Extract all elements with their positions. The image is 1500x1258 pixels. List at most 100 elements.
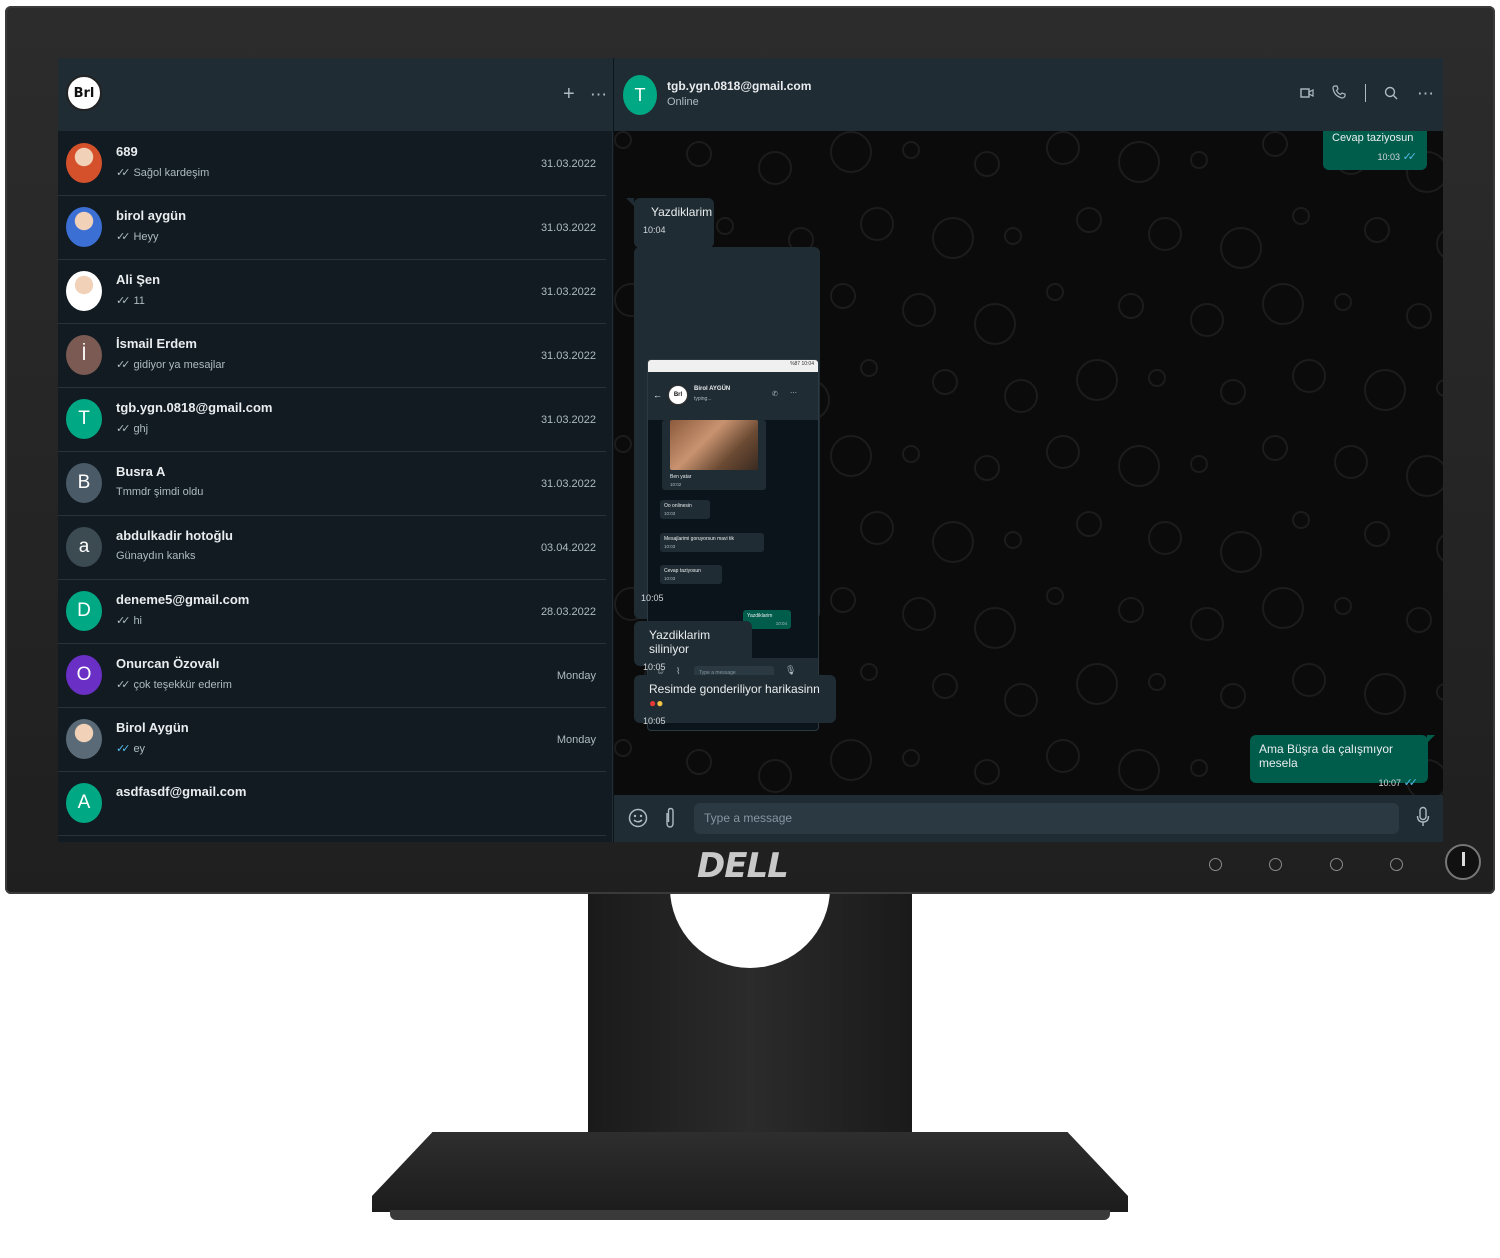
wallpaper-doodle: [974, 607, 1016, 649]
wallpaper-doodle: [758, 151, 792, 185]
chat-list-item[interactable]: a abdulkadir hotoğlu Günaydın kanks 03.04.2…: [58, 516, 606, 580]
chat-list-item[interactable]: Ali Şen ✓✓ 11 31.03.2022: [58, 260, 606, 324]
wallpaper-doodle: [932, 521, 974, 563]
message-time: 10:04: [643, 225, 666, 235]
message-area: Cevap taziyosun 10:03 ✓✓ Yazdiklarim 10:…: [614, 131, 1443, 795]
message-meta: 10:07 ✓✓: [1259, 776, 1419, 789]
delivered-ticks-icon: ✓✓: [116, 231, 131, 243]
chat-name: İsmail Erdem: [116, 336, 197, 351]
read-ticks-icon: ✓✓: [1402, 151, 1418, 163]
header-divider: [1365, 84, 1366, 102]
chat-preview: gidiyor ya mesajlar: [133, 358, 226, 371]
wallpaper-doodle: [830, 435, 872, 477]
wallpaper-doodle: [1046, 131, 1080, 165]
contact-status: Online: [667, 96, 699, 108]
emoji-icon[interactable]: [628, 808, 648, 828]
delivered-ticks-icon: ✓✓: [116, 679, 131, 691]
contact-name[interactable]: tgb.ygn.0818@gmail.com: [667, 79, 811, 93]
chat-preview: 11: [133, 294, 145, 307]
chat-list-item[interactable]: O Onurcan Özovalı ✓✓ çok teşekkür ederim Mon…: [58, 644, 606, 708]
message-outgoing[interactable]: Ama Büşra da çalışmıyor mesela 10:07 ✓✓: [1250, 735, 1428, 789]
message-text: Yazdiklarim: [651, 205, 713, 219]
more-icon[interactable]: ⋯: [590, 86, 607, 103]
phone-photo: [670, 420, 758, 470]
wallpaper-doodle: [1076, 663, 1118, 705]
chat-avatar: İ: [66, 335, 102, 375]
chat-list-item[interactable]: Ttgb.ygn.0818@gmail.com ✓✓ ghj 31.03.2022: [58, 388, 606, 452]
chat-preview-row: ✓✓ 11: [116, 294, 145, 308]
phone-bubble-time: 10:04: [775, 621, 787, 626]
conversation-header: T tgb.ygn.0818@gmail.com Online ⋯: [614, 58, 1443, 131]
delivered-ticks-icon: ✓✓: [116, 167, 131, 179]
wallpaper-doodle: [1262, 283, 1304, 325]
wallpaper-doodle: [758, 759, 792, 793]
power-button[interactable]: [1445, 844, 1481, 880]
profile-avatar[interactable]: Brl: [66, 75, 102, 111]
wallpaper-doodle: [614, 435, 632, 453]
attach-icon[interactable]: [664, 807, 676, 829]
phone-bubble-text: Ben yatar: [670, 474, 692, 480]
chat-list-item[interactable]: İ İsmail Erdem ✓✓ gidiyor ya mesajlar 31.03.…: [58, 324, 606, 388]
phone-call-icon: ✆: [772, 391, 778, 398]
phone-bubble: Mesajlarimi goruyorsun mavi tik 10:03: [660, 533, 764, 552]
message-input[interactable]: Type a message: [694, 803, 1399, 834]
chat-name: 689: [116, 144, 138, 159]
wallpaper-doodle: [1004, 683, 1038, 717]
delivered-ticks-icon: ✓✓: [116, 743, 131, 755]
chat-date: Monday: [556, 670, 596, 682]
brand-logo: DELL: [697, 846, 789, 886]
phone-icon[interactable]: [1332, 85, 1346, 99]
chat-date: 31.03.2022: [540, 286, 596, 298]
mic-icon[interactable]: [1416, 806, 1430, 828]
phone-status-bar: %87 10:04: [648, 360, 818, 372]
plus-icon[interactable]: +: [563, 84, 575, 104]
chat-avatar: [66, 143, 102, 183]
more-icon[interactable]: ⋯: [1417, 85, 1434, 102]
chat-date: 31.03.2022: [540, 222, 596, 234]
message-outgoing[interactable]: Cevap taziyosun 10:03 ✓✓: [1323, 131, 1427, 170]
chat-preview-row: ✓✓ Heyy: [116, 230, 159, 244]
monitor-button-1[interactable]: [1209, 858, 1222, 871]
wallpaper-doodle: [614, 131, 632, 149]
wallpaper-doodle: [1190, 151, 1208, 169]
message-incoming[interactable]: Yazdiklarim siliniyor 10:05: [634, 621, 752, 672]
wallpaper-doodle: [1118, 293, 1144, 319]
message-image[interactable]: %87 10:04 ← Brl Birol AYGÜN typing... ✆ …: [634, 247, 820, 731]
wallpaper-doodle: [1406, 607, 1432, 633]
phone-bubble-text: Mesajlarimi goruyorsun mavi tik: [664, 536, 735, 542]
monitor-button-4[interactable]: [1390, 858, 1403, 871]
chat-preview-row: ✓✓ ghj: [116, 422, 148, 436]
phone-bubble-text: Oo onlinesin: [664, 503, 692, 509]
chat-list: 689 ✓✓ Sağol kardeşim 31.03.2022 birol aygün…: [58, 132, 606, 836]
video-icon[interactable]: [1300, 87, 1314, 99]
chat-avatar: [66, 719, 102, 759]
profile-logo-text: Brl: [73, 85, 95, 101]
phone-bubble-text: Yazdiklarim: [747, 613, 773, 619]
chat-list-item[interactable]: 689 ✓✓ Sağol kardeşim 31.03.2022: [58, 132, 606, 196]
wallpaper-doodle: [1148, 673, 1166, 691]
chat-list-item[interactable]: Ddeneme5@gmail.com ✓✓ hi 28.03.2022: [58, 580, 606, 644]
contact-avatar[interactable]: T: [623, 75, 657, 115]
wallpaper-doodle: [902, 293, 936, 327]
chat-date: 03.04.2022: [540, 542, 596, 554]
wallpaper-doodle: [1436, 379, 1443, 397]
monitor-button-2[interactable]: [1269, 858, 1282, 871]
chat-list-item[interactable]: birol aygün ✓✓ Heyy 31.03.2022: [58, 196, 606, 260]
search-icon[interactable]: [1384, 86, 1398, 100]
wallpaper-doodle: [1076, 511, 1102, 537]
chat-name: Onurcan Özovalı: [116, 656, 220, 671]
conversation-panel: T tgb.ygn.0818@gmail.com Online ⋯ Cevap: [614, 58, 1443, 842]
chat-preview-row: ✓✓ gidiyor ya mesajlar: [116, 358, 226, 372]
chat-preview: ey: [133, 742, 146, 755]
message-incoming[interactable]: Yazdiklarim 10:04: [634, 198, 714, 248]
wallpaper-doodle: [1076, 207, 1102, 233]
wallpaper-doodle: [1148, 369, 1166, 387]
chat-list-item[interactable]: B Busra A Tmmdr şimdi oldu 31.03.2022: [58, 452, 606, 516]
monitor-button-3[interactable]: [1330, 858, 1343, 871]
message-incoming[interactable]: Resimde gonderiliyor harikasinn ●● 10:05: [634, 675, 836, 726]
message-text: Ama Büşra da çalışmıyor mesela: [1259, 742, 1394, 770]
wallpaper-doodle: [1118, 445, 1160, 487]
chat-name: deneme5@gmail.com: [116, 592, 250, 607]
chat-list-item[interactable]: Birol Aygün ✓✓ ey Monday: [58, 708, 606, 772]
chat-list-item[interactable]: Aasdfasdf@gmail.com: [58, 772, 606, 836]
